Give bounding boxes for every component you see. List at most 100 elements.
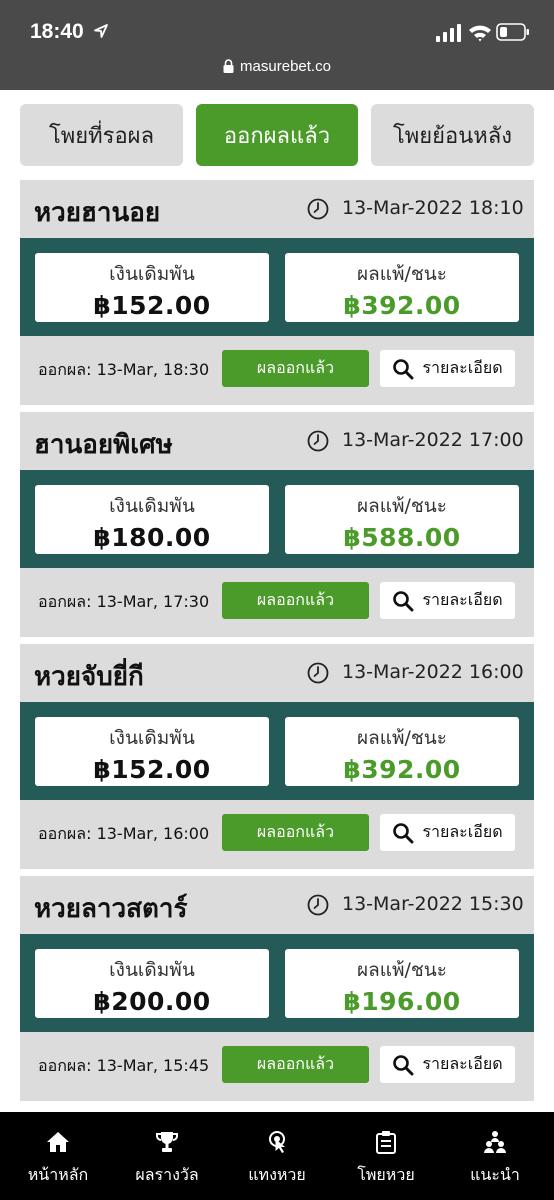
detail-button-label: รายละเอียด [422, 358, 503, 377]
stake-amount: ฿152.00 [93, 755, 211, 784]
card-header: หวยฮานอย 13-Mar-2022 18:10 [20, 180, 534, 238]
result-issued-time: ออกผล: 13-Mar, 17:30 [38, 592, 210, 611]
nav-bet[interactable]: แทงหวย [222, 1112, 332, 1200]
card-amounts: เงินเดิมพัน ฿180.00 ผลแพ้/ชนะ ฿588.00 [20, 470, 534, 568]
status-badge: ผลออกแล้ว [222, 814, 369, 851]
touch-icon [269, 1131, 285, 1153]
search-icon [393, 822, 414, 843]
nav-results-label: ผลรางวัล [135, 1165, 199, 1184]
search-icon [393, 1054, 414, 1075]
bet-card: หวยจับยี่กี 13-Mar-2022 16:00 เงินเดิมพัน฿… [20, 644, 534, 869]
stake-amount: ฿152.00 [93, 291, 211, 320]
status-badge: ผลออกแล้ว [222, 582, 369, 619]
bet-datetime: 13-Mar-2022 18:10 [342, 197, 524, 219]
bet-datetime: 13-Mar-2022 15:30 [342, 893, 524, 915]
result-label: ผลแพ้/ชนะ [356, 727, 448, 749]
nav-bet-label: แทงหวย [248, 1165, 306, 1184]
detail-button-label: รายละเอียด [422, 822, 503, 841]
bet-card: ฮานอยพิเศษ 13-Mar-2022 17:00 เงินเดิมพัน฿1… [20, 412, 534, 637]
result-issued-time: ออกผล: 13-Mar, 15:45 [38, 1056, 210, 1075]
bottom-nav: หน้าหลัก ผลรางวัล แทงหวย โพยหวย แนะนำ [0, 1112, 554, 1200]
nav-tickets[interactable]: โพยหวย [331, 1112, 441, 1200]
stake-label: เงินเดิมพัน [109, 263, 195, 285]
card-footer: ออกผล: 13-Mar, 17:30 ผลออกแล้ว รายละเอียด [20, 568, 534, 637]
lock-icon [223, 59, 234, 73]
card-header: ฮานอยพิเศษ 13-Mar-2022 17:00 [20, 412, 534, 470]
result-issued-time: ออกผล: 13-Mar, 18:30 [38, 360, 210, 379]
card-amounts: เงินเดิมพัน ฿152.00 ผลแพ้/ชนะ ฿392.00 [20, 702, 534, 800]
bet-status-tabs: โพยที่รอผล ออกผลแล้ว โพยย้อนหลัง [20, 104, 534, 166]
result-box: ผลแพ้/ชนะ฿392.00 [285, 717, 519, 786]
status-badge: ผลออกแล้ว [222, 1046, 369, 1083]
bet-datetime: 13-Mar-2022 17:00 [342, 429, 524, 451]
search-icon [393, 358, 414, 379]
result-amount: ฿588.00 [343, 523, 461, 552]
bet-datetime: 13-Mar-2022 16:00 [342, 661, 524, 683]
bet-card: หวยลาวสตาร์ 13-Mar-2022 15:30 เงินเดิมพัน฿… [20, 876, 534, 1101]
result-box: ผลแพ้/ชนะ฿392.00 [285, 253, 519, 322]
stake-label: เงินเดิมพัน [109, 495, 195, 517]
url-text: masurebet.co [240, 58, 331, 75]
clock-icon [307, 894, 329, 916]
detail-button[interactable]: รายละเอียด [380, 814, 515, 851]
result-box: ผลแพ้/ชนะ฿588.00 [285, 485, 519, 554]
stake-box: เงินเดิมพัน฿180.00 [35, 485, 269, 554]
trophy-icon [156, 1132, 178, 1152]
card-header: หวยจับยี่กี 13-Mar-2022 16:00 [20, 644, 534, 702]
nav-home[interactable]: หน้าหลัก [3, 1112, 113, 1200]
lottery-name: ฮานอยพิเศษ [34, 430, 173, 460]
tab-history[interactable]: โพยย้อนหลัง [371, 104, 534, 166]
lottery-name: หวยจับยี่กี [34, 662, 144, 692]
tab-pending[interactable]: โพยที่รอผล [20, 104, 183, 166]
url-bar[interactable]: masurebet.co [0, 58, 554, 75]
home-icon [47, 1132, 69, 1152]
card-amounts: เงินเดิมพัน ฿200.00 ผลแพ้/ชนะ ฿196.00 [20, 934, 534, 1032]
result-amount: ฿392.00 [343, 291, 461, 320]
card-amounts: เงินเดิมพัน ฿152.00 ผลแพ้/ชนะ ฿392.00 [20, 238, 534, 336]
stake-label: เงินเดิมพัน [109, 959, 195, 981]
result-label: ผลแพ้/ชนะ [356, 495, 448, 517]
location-arrow-icon [94, 24, 108, 38]
cell-signal-icon [436, 24, 461, 42]
battery-icon [496, 23, 529, 41]
stake-box: เงินเดิมพัน฿200.00 [35, 949, 269, 1018]
clock-icon [307, 198, 329, 220]
nav-recommend[interactable]: แนะนำ [440, 1112, 550, 1200]
card-footer: ออกผล: 13-Mar, 18:30 ผลออกแล้ว รายละเอียด [20, 336, 534, 405]
card-header: หวยลาวสตาร์ 13-Mar-2022 15:30 [20, 876, 534, 934]
nav-recommend-label: แนะนำ [470, 1165, 520, 1184]
detail-button-label: รายละเอียด [422, 590, 503, 609]
bet-card: หวยฮานอย 13-Mar-2022 18:10 เงินเดิมพัน฿152… [20, 180, 534, 405]
nav-home-label: หน้าหลัก [27, 1165, 89, 1184]
lottery-name: หวยลาวสตาร์ [34, 894, 188, 924]
status-time: 18:40 [30, 20, 84, 43]
nav-tickets-label: โพยหวย [357, 1165, 415, 1184]
tab-results-out[interactable]: ออกผลแล้ว [196, 104, 358, 166]
people-icon [484, 1131, 506, 1153]
browser-chrome: 18:40 masurebet.co [0, 0, 554, 90]
clipboard-icon [376, 1131, 396, 1154]
detail-button-label: รายละเอียด [422, 1054, 503, 1073]
result-label: ผลแพ้/ชนะ [356, 263, 448, 285]
detail-button[interactable]: รายละเอียด [380, 582, 515, 619]
detail-button[interactable]: รายละเอียด [380, 350, 515, 387]
search-icon [393, 590, 414, 611]
result-box: ผลแพ้/ชนะ฿196.00 [285, 949, 519, 1018]
card-footer: ออกผล: 13-Mar, 16:00 ผลออกแล้ว รายละเอียด [20, 800, 534, 869]
stake-amount: ฿180.00 [93, 523, 211, 552]
nav-results[interactable]: ผลรางวัล [112, 1112, 222, 1200]
wifi-icon [469, 25, 491, 42]
clock-icon [307, 662, 329, 684]
stake-box: เงินเดิมพัน฿152.00 [35, 717, 269, 786]
card-footer: ออกผล: 13-Mar, 15:45 ผลออกแล้ว รายละเอียด [20, 1032, 534, 1101]
result-amount: ฿392.00 [343, 755, 461, 784]
result-label: ผลแพ้/ชนะ [356, 959, 448, 981]
status-badge: ผลออกแล้ว [222, 350, 369, 387]
result-amount: ฿196.00 [343, 987, 461, 1016]
result-issued-time: ออกผล: 13-Mar, 16:00 [38, 824, 210, 843]
detail-button[interactable]: รายละเอียด [380, 1046, 515, 1083]
stake-label: เงินเดิมพัน [109, 727, 195, 749]
lottery-name: หวยฮานอย [34, 198, 161, 228]
stake-box: เงินเดิมพัน฿152.00 [35, 253, 269, 322]
stake-amount: ฿200.00 [93, 987, 211, 1016]
